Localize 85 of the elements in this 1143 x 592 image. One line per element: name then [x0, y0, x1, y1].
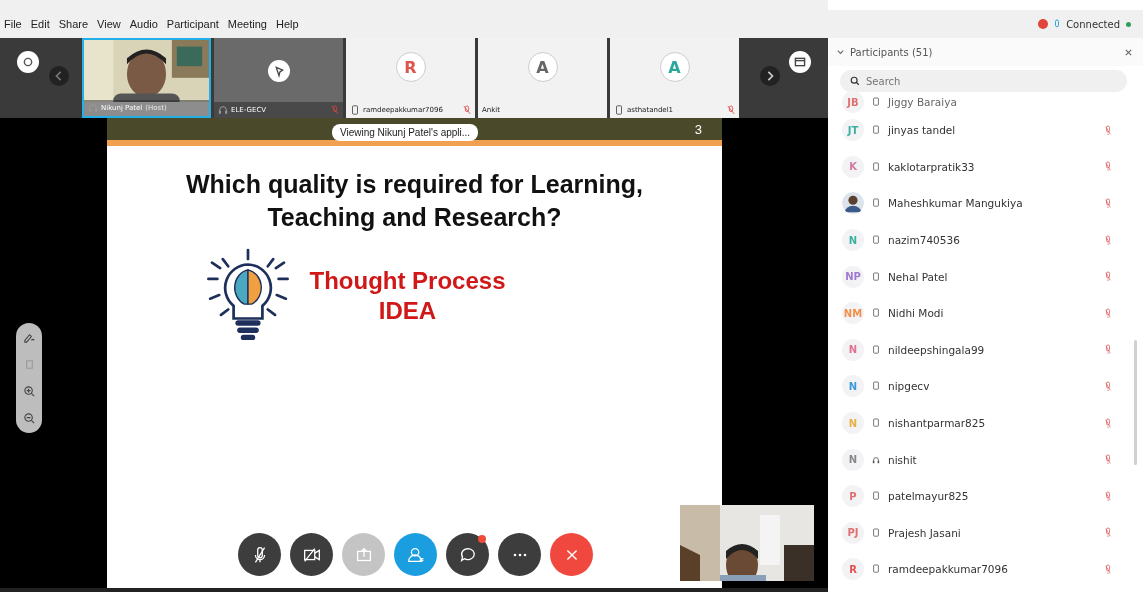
- avatar-initials: R: [842, 558, 864, 581]
- phone-icon: [872, 381, 880, 392]
- collapse-chevron-icon[interactable]: [836, 47, 845, 57]
- participant-name[interactable]: jinyas tandel: [888, 124, 1097, 137]
- muted-mic-icon[interactable]: [1105, 124, 1111, 136]
- panel-title: Participants (51): [850, 46, 934, 58]
- avatar-initial: A: [659, 52, 690, 82]
- muted-mic-icon[interactable]: [1105, 161, 1111, 173]
- avatar-initials: P: [842, 485, 864, 508]
- participant-name[interactable]: Prajesh Jasani: [888, 526, 1097, 539]
- menu-item[interactable]: Meeting: [227, 18, 267, 30]
- participant-name[interactable]: Nidhi Modi: [888, 307, 1097, 320]
- menu-item[interactable]: File: [4, 18, 22, 30]
- participant-name[interactable]: ramdeepakkumar7096: [888, 563, 1097, 576]
- menu-item[interactable]: Share: [58, 18, 89, 30]
- slide-subtitle: Thought Process: [309, 266, 506, 296]
- muted-mic-icon[interactable]: [1105, 527, 1111, 539]
- close-icon[interactable]: [1124, 47, 1133, 57]
- avatar-initials: JB: [842, 91, 864, 113]
- muted-mic-icon[interactable]: [1105, 271, 1111, 283]
- muted-mic-icon[interactable]: [1105, 344, 1111, 356]
- headset-icon: [872, 454, 880, 465]
- more-icon: [511, 551, 528, 558]
- avatar-initials: JT: [842, 119, 864, 142]
- participant-name[interactable]: Maheshkumar Mangukiya: [888, 197, 1097, 210]
- avatar-initials: N: [842, 229, 864, 252]
- participant-name[interactable]: nazim740536: [888, 234, 1097, 247]
- participant-name[interactable]: patelmayur825: [888, 490, 1097, 503]
- search-input[interactable]: Search: [866, 71, 1127, 91]
- sharing-banner: Viewing Nikunj Patel's appli...: [332, 124, 479, 141]
- connection-status: Connected: [1066, 18, 1120, 30]
- muted-mic-icon[interactable]: [1105, 307, 1111, 319]
- avatar-initials: N: [842, 448, 864, 471]
- slide-title: Which quality is required for Learning, Teaching and Research?: [185, 169, 644, 233]
- layout-icon[interactable]: [789, 51, 811, 73]
- phone-icon: [872, 344, 880, 355]
- slide-number: 3: [694, 121, 702, 137]
- menu-item[interactable]: Participant: [166, 18, 219, 30]
- phone-icon: [872, 235, 880, 246]
- participant-name[interactable]: nishantparmar825: [888, 417, 1097, 430]
- menu-item[interactable]: View: [97, 18, 121, 30]
- zoom-in-icon[interactable]: [22, 385, 36, 398]
- muted-mic-icon[interactable]: [1105, 490, 1111, 502]
- participant-name[interactable]: Nehal Patel: [888, 270, 1097, 283]
- avatar-initial: A: [527, 52, 558, 82]
- avatar-initials: N: [842, 375, 864, 398]
- phone-icon: [872, 308, 880, 319]
- microphone-icon[interactable]: [1054, 18, 1061, 30]
- phone-icon: [872, 271, 880, 282]
- avatar-initials: NP: [842, 265, 864, 288]
- search-icon: [850, 76, 860, 86]
- muted-mic-icon[interactable]: [1105, 234, 1111, 246]
- menu-item[interactable]: Help: [276, 18, 299, 30]
- avatar-initials: N: [842, 412, 864, 435]
- phone-icon: [872, 161, 880, 172]
- participant-name[interactable]: nipgecv: [888, 380, 1097, 393]
- menu-item[interactable]: Edit: [30, 18, 50, 30]
- phone-icon: [872, 198, 880, 209]
- avatar-initial: R: [395, 52, 426, 82]
- participant-name[interactable]: nishit: [888, 453, 1097, 466]
- phone-icon: [872, 491, 880, 502]
- muted-mic-icon[interactable]: [1105, 380, 1111, 392]
- muted-mic-icon[interactable]: [1105, 198, 1111, 209]
- search-field[interactable]: Search: [840, 70, 1127, 92]
- recording-indicator-icon[interactable]: [1038, 19, 1049, 29]
- pen-icon[interactable]: [22, 331, 36, 344]
- phone-icon: [872, 125, 880, 136]
- participant-name[interactable]: kaklotarpratik33: [888, 160, 1097, 173]
- participant-name[interactable]: Jiggy Baraiya: [888, 96, 1143, 108]
- phone-icon: [872, 97, 880, 107]
- avatar-initials: N: [842, 338, 864, 361]
- slide-subtitle: IDEA: [378, 296, 437, 326]
- menu-item[interactable]: Audio: [129, 18, 158, 30]
- avatar-initials: NM: [842, 302, 864, 325]
- zoom-out-icon[interactable]: [22, 412, 36, 425]
- muted-mic-icon[interactable]: [1105, 454, 1111, 466]
- phone-icon: [872, 564, 880, 575]
- avatar-initials: K: [842, 155, 864, 178]
- muted-mic-icon[interactable]: [1105, 563, 1111, 575]
- muted-mic-icon[interactable]: [1105, 417, 1111, 429]
- settings-icon[interactable]: [17, 51, 39, 73]
- avatar-initials: PJ: [842, 521, 864, 544]
- participant-name[interactable]: nildeepshingala99: [888, 343, 1097, 356]
- phone-icon: [872, 527, 880, 538]
- phone-icon: [872, 418, 880, 429]
